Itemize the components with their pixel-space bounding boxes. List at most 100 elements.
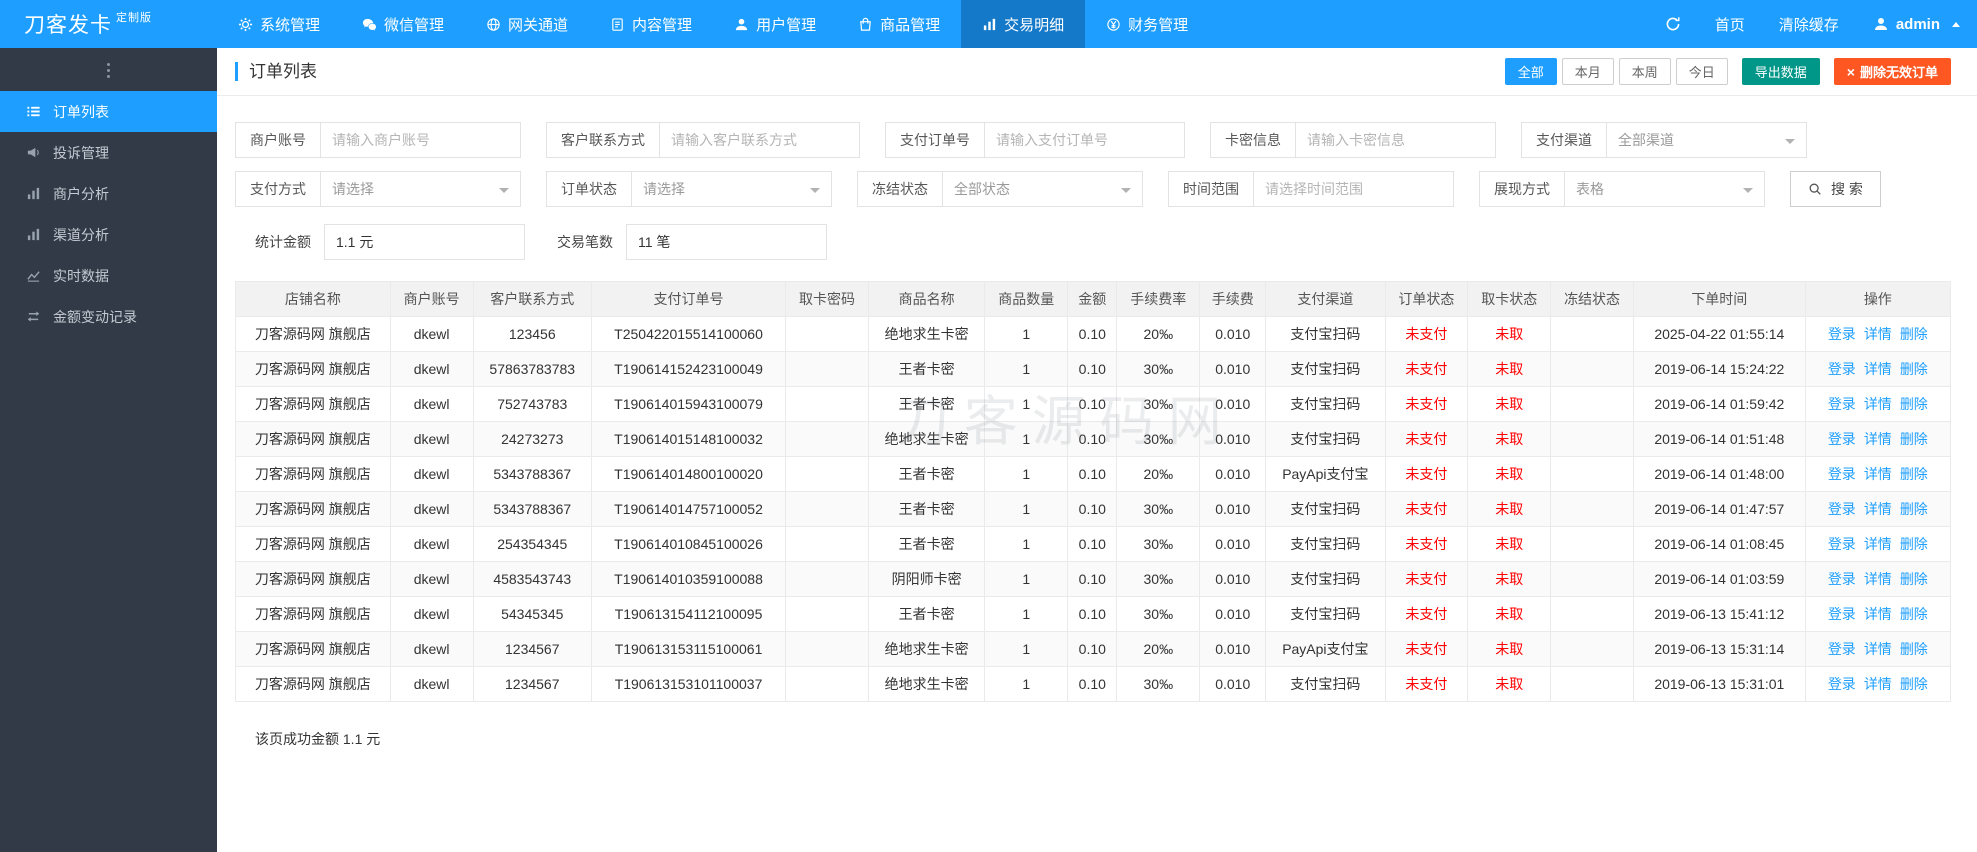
home-link[interactable]: 首页 bbox=[1698, 0, 1762, 48]
login-link[interactable]: 登录 bbox=[1828, 466, 1856, 482]
stat-trade-count-input[interactable] bbox=[626, 224, 827, 260]
nav-item-content[interactable]: 内容管理 bbox=[589, 0, 713, 48]
table-cell: 未支付 bbox=[1384, 561, 1469, 597]
payment-method-select[interactable]: 请选择 bbox=[320, 171, 521, 207]
sidebar-item-realtime-data[interactable]: 实时数据 bbox=[0, 255, 217, 296]
delete-link[interactable]: 删除 bbox=[1900, 641, 1928, 657]
table-cell: 1 bbox=[984, 631, 1069, 667]
delete-link[interactable]: 删除 bbox=[1900, 571, 1928, 587]
sidebar-collapse-toggle[interactable] bbox=[0, 48, 217, 91]
login-link[interactable]: 登录 bbox=[1828, 396, 1856, 412]
detail-link[interactable]: 详情 bbox=[1864, 326, 1892, 342]
sidebar-item-orders[interactable]: 订单列表 bbox=[0, 91, 217, 132]
delete-link[interactable]: 删除 bbox=[1900, 501, 1928, 517]
range-button-today[interactable]: 今日 bbox=[1675, 58, 1728, 85]
table-cell: 未支付 bbox=[1384, 386, 1469, 422]
table-cell: 0.10 bbox=[1067, 596, 1118, 632]
delete-link[interactable]: 删除 bbox=[1900, 326, 1928, 342]
main-panel: 订单列表 全部本月本周今日 导出数据 × 删除无效订单 商户账号客户联系方式支付… bbox=[217, 48, 1977, 852]
login-link[interactable]: 登录 bbox=[1828, 676, 1856, 692]
nav-item-finance[interactable]: 财务管理 bbox=[1085, 0, 1209, 48]
table-row: 刀客源码网 旗舰店 dkewl 54345345 T19061315411210009… bbox=[235, 596, 1952, 632]
login-link[interactable]: 登录 bbox=[1828, 536, 1856, 552]
table-cell: 未取 bbox=[1467, 491, 1552, 527]
sidebar-item-merchant-analysis[interactable]: 商户分析 bbox=[0, 173, 217, 214]
table-cell: 未支付 bbox=[1384, 491, 1469, 527]
gear-icon bbox=[238, 17, 253, 32]
time-range-input[interactable] bbox=[1253, 171, 1454, 207]
range-button-month[interactable]: 本月 bbox=[1561, 58, 1614, 85]
delete-link[interactable]: 删除 bbox=[1900, 466, 1928, 482]
range-button-all[interactable]: 全部 bbox=[1504, 58, 1557, 85]
nav-item-goods[interactable]: 商品管理 bbox=[837, 0, 961, 48]
delete-link[interactable]: 删除 bbox=[1900, 431, 1928, 447]
detail-link[interactable]: 详情 bbox=[1864, 536, 1892, 552]
detail-link[interactable]: 详情 bbox=[1864, 501, 1892, 517]
nav-item-system[interactable]: 系统管理 bbox=[217, 0, 341, 48]
detail-link[interactable]: 详情 bbox=[1864, 466, 1892, 482]
delete-link[interactable]: 删除 bbox=[1900, 536, 1928, 552]
delete-invalid-button[interactable]: × 删除无效订单 bbox=[1833, 58, 1951, 85]
card-info-input[interactable] bbox=[1295, 122, 1496, 158]
nav-item-wechat[interactable]: 微信管理 bbox=[341, 0, 465, 48]
display-mode-select[interactable]: 表格 bbox=[1564, 171, 1765, 207]
table-row: 刀客源码网 旗舰店 dkewl 24273273 T19061401514810003… bbox=[235, 421, 1952, 457]
table-cell: 未取 bbox=[1467, 631, 1552, 667]
nav-item-trades[interactable]: 交易明细 bbox=[961, 0, 1086, 48]
table-cell: 未支付 bbox=[1384, 316, 1469, 352]
login-link[interactable]: 登录 bbox=[1828, 361, 1856, 377]
nav-item-gateway[interactable]: 网关通道 bbox=[465, 0, 589, 48]
sidebar-item-complaints[interactable]: 投诉管理 bbox=[0, 132, 217, 173]
detail-link[interactable]: 详情 bbox=[1864, 676, 1892, 692]
login-link[interactable]: 登录 bbox=[1828, 571, 1856, 587]
delete-link[interactable]: 删除 bbox=[1900, 606, 1928, 622]
nav-item-users[interactable]: 用户管理 bbox=[713, 0, 837, 48]
login-link[interactable]: 登录 bbox=[1828, 431, 1856, 447]
user-icon bbox=[734, 17, 749, 32]
detail-link[interactable]: 详情 bbox=[1864, 641, 1892, 657]
order-status-select[interactable]: 请选择 bbox=[631, 171, 832, 207]
login-link[interactable]: 登录 bbox=[1828, 326, 1856, 342]
export-button[interactable]: 导出数据 bbox=[1741, 58, 1820, 85]
search-button[interactable]: 搜 索 bbox=[1790, 171, 1881, 207]
merchant-account-input[interactable] bbox=[320, 122, 521, 158]
login-link[interactable]: 登录 bbox=[1828, 501, 1856, 517]
app-logo-badge: 定制版 bbox=[116, 12, 152, 24]
table-cell: 30‰ bbox=[1116, 666, 1201, 702]
freeze-status-select[interactable]: 全部状态 bbox=[942, 171, 1143, 207]
chevron-down-icon bbox=[499, 188, 509, 193]
payment-channel-select[interactable]: 全部渠道 bbox=[1606, 122, 1807, 158]
clear-cache-link[interactable]: 清除缓存 bbox=[1762, 0, 1856, 48]
detail-link[interactable]: 详情 bbox=[1864, 396, 1892, 412]
login-link[interactable]: 登录 bbox=[1828, 641, 1856, 657]
table-cell: 1 bbox=[984, 316, 1069, 352]
table-cell: 绝地求生卡密 bbox=[867, 421, 986, 457]
range-button-week[interactable]: 本周 bbox=[1618, 58, 1671, 85]
table-cell: 0.010 bbox=[1199, 526, 1267, 562]
detail-link[interactable]: 详情 bbox=[1864, 361, 1892, 377]
detail-link[interactable]: 详情 bbox=[1864, 571, 1892, 587]
detail-link[interactable]: 详情 bbox=[1864, 606, 1892, 622]
table-cell: 未支付 bbox=[1384, 421, 1469, 457]
table-cell: 未取 bbox=[1467, 386, 1552, 422]
nav-item-label: 内容管理 bbox=[632, 16, 693, 34]
filter-label: 订单状态 bbox=[546, 171, 632, 207]
detail-link[interactable]: 详情 bbox=[1864, 431, 1892, 447]
sidebar-item-channel-analysis[interactable]: 渠道分析 bbox=[0, 214, 217, 255]
customer-contact-input[interactable] bbox=[659, 122, 860, 158]
payment-order-no-input[interactable] bbox=[984, 122, 1185, 158]
sidebar-item-balance-log[interactable]: 金额变动记录 bbox=[0, 296, 217, 337]
stat-total-amount-input[interactable] bbox=[324, 224, 525, 260]
table-cell: 未取 bbox=[1467, 421, 1552, 457]
delete-link[interactable]: 删除 bbox=[1900, 396, 1928, 412]
table-cell: 0.010 bbox=[1199, 351, 1267, 387]
table-cell bbox=[1550, 561, 1634, 597]
table-cell-actions: 登录 详情 删除 bbox=[1804, 526, 1952, 562]
user-menu[interactable]: admin bbox=[1856, 0, 1977, 48]
delete-link[interactable]: 删除 bbox=[1900, 676, 1928, 692]
table-cell: 0.10 bbox=[1067, 631, 1118, 667]
delete-link[interactable]: 删除 bbox=[1900, 361, 1928, 377]
refresh-button[interactable] bbox=[1648, 0, 1698, 48]
login-link[interactable]: 登录 bbox=[1828, 606, 1856, 622]
table-cell: 30‰ bbox=[1116, 421, 1201, 457]
